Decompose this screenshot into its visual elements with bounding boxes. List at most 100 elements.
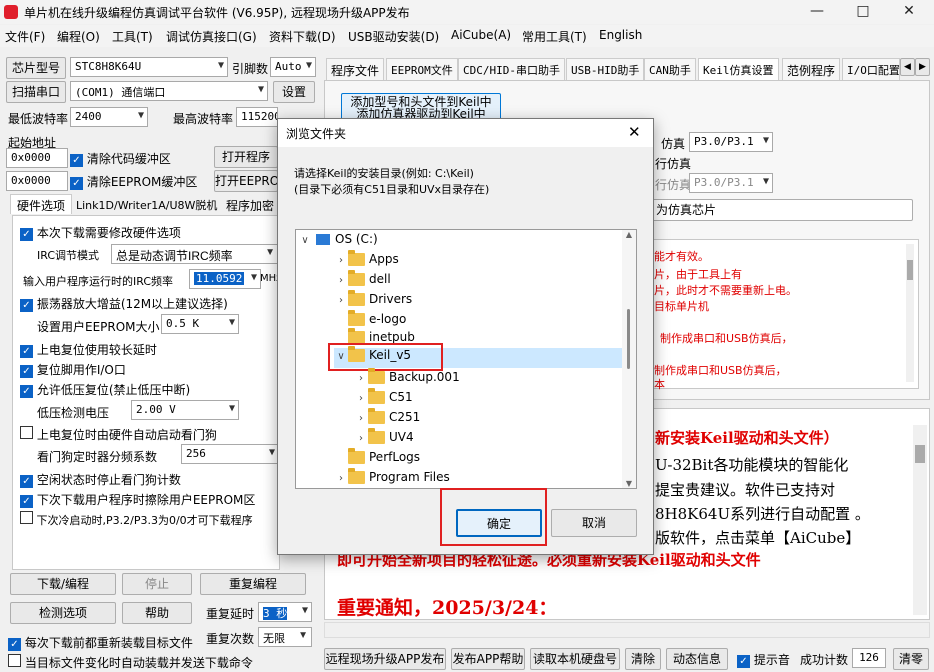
tree-item-perflogs[interactable]: PerfLogs — [334, 448, 420, 470]
tab-can[interactable]: CAN助手 — [644, 58, 696, 80]
folder-tree[interactable]: ∨ OS (C:) › Apps › dell › Drivers e-logo ine… — [295, 229, 637, 489]
ok-button[interactable]: 确定 — [456, 509, 542, 537]
tree-scrollbar[interactable]: ▲ ▼ — [622, 230, 636, 488]
download-button[interactable]: 下载/编程 — [10, 573, 116, 595]
dynamic-info-button[interactable]: 动态信息 — [666, 648, 728, 670]
irc-mode-select[interactable]: 总是动态调节IRC频率 ▼ — [111, 244, 279, 264]
notes-scrollbar[interactable] — [906, 244, 914, 382]
max-baud-select[interactable]: 115200 — [236, 107, 278, 127]
help-button[interactable]: 帮助 — [122, 602, 192, 624]
modify-options-label: 本次下载需要修改硬件选项 — [36, 226, 181, 240]
menu-file[interactable]: 文件(F) — [5, 28, 45, 45]
repeat-delay-select[interactable]: 3 秒 ▼ — [258, 602, 312, 622]
reload-each-checkbox[interactable]: ✓ 每次下载前都重新装载目标文件 — [8, 634, 193, 651]
beep-checkbox[interactable]: ✓ 提示音 — [737, 651, 790, 668]
scan-port-button[interactable]: 扫描串口 — [6, 81, 66, 103]
eeprom-size-select[interactable]: 0.5 K ▼ — [161, 314, 239, 334]
idle-wdt-checkbox[interactable]: ✓ 空闲状态时停止看门狗计数 — [20, 471, 181, 488]
tab-encryption[interactable]: 程序加密 — [222, 196, 278, 214]
add-keil-button[interactable]: 添加型号和头文件到Keil中 添加仿真器驱动到Keil中 — [341, 93, 501, 121]
menu-aicube[interactable]: AiCube(A) — [451, 28, 511, 42]
minimize-icon[interactable]: — — [794, 0, 840, 24]
settings-button[interactable]: 设置 — [273, 81, 315, 103]
publish-help-button[interactable]: 发布APP帮助 — [451, 648, 525, 670]
tree-item-e-logo[interactable]: e-logo — [334, 310, 406, 332]
tab-eeprom-file[interactable]: EEPROM文件 — [386, 58, 458, 80]
chevron-down-icon: ▼ — [250, 272, 257, 283]
tab-scroll-left-icon[interactable]: ◀ — [900, 58, 915, 76]
min-baud-select[interactable]: 2400 ▼ — [70, 107, 148, 127]
cold-start-checkbox[interactable]: 下次冷启动时,P3.2/P3.3为0/0才可下载程序 — [20, 511, 253, 528]
idle-wdt-label: 空闲状态时停止看门狗计数 — [36, 473, 181, 487]
stop-button[interactable]: 停止 — [122, 573, 192, 595]
menu-common-tools[interactable]: 常用工具(T) — [522, 28, 587, 45]
open-program-button[interactable]: 打开程序 — [214, 146, 278, 168]
read-disk-button[interactable]: 读取本机硬盘号 — [530, 648, 620, 670]
tree-item-backup[interactable]: › Backup.001 — [354, 368, 460, 390]
sim-port-select[interactable]: P3.0/P3.1 ▼ — [689, 132, 773, 152]
wdt-div-select[interactable]: 256 ▼ — [181, 444, 279, 464]
irc-freq-input[interactable]: 11.0592 ▼ — [189, 269, 261, 289]
lvd-reset-checkbox[interactable]: ✓ 允许低压复位(禁止低压中断) — [20, 381, 190, 398]
clear-button[interactable]: 清除 — [625, 648, 661, 670]
menu-usb-driver[interactable]: USB驱动安装(D) — [348, 28, 439, 45]
reset-count-button[interactable]: 清零 — [893, 648, 929, 670]
remote-upgrade-button[interactable]: 远程现场升级APP发布 — [324, 648, 446, 670]
menu-debug-interface[interactable]: 调试仿真接口(G) — [166, 28, 257, 45]
tree-item-c251[interactable]: › C251 — [354, 408, 420, 430]
tab-offline[interactable]: Link1D/Writer1A/U8W脱机 — [72, 196, 221, 214]
lvd-voltage-select[interactable]: 2.00 V ▼ — [131, 400, 239, 420]
wdt-auto-checkbox[interactable]: 上电复位时由硬件自动启动看门狗 — [20, 426, 217, 443]
code-address-input[interactable]: 0x0000 — [6, 148, 68, 168]
chip-model-select[interactable]: STC8H8K64U ▼ — [70, 57, 228, 77]
tree-item-c51[interactable]: › C51 — [354, 388, 413, 410]
clear-code-checkbox[interactable]: ✓ 清除代码缓冲区 — [70, 150, 171, 167]
tree-label: Program Files — [369, 470, 450, 484]
menu-tools[interactable]: 工具(T) — [112, 28, 153, 45]
cancel-button[interactable]: 取消 — [551, 509, 637, 537]
modify-options-checkbox[interactable]: ✓ 本次下载需要修改硬件选项 — [20, 224, 181, 241]
dialog-close-icon[interactable]: ✕ — [628, 123, 641, 141]
info-scrollbar[interactable] — [913, 425, 927, 615]
tree-item-program-files[interactable]: › Program Files — [334, 468, 450, 488]
osc-gain-checkbox[interactable]: ✓ 振荡器放大增益(12M以上建议选择) — [20, 295, 228, 312]
close-icon[interactable]: ✕ — [886, 0, 932, 24]
reload-change-checkbox[interactable]: 当目标文件变化时自动装载并发送下载命令 — [8, 654, 253, 671]
tree-item-uv4[interactable]: › UV4 — [354, 428, 414, 450]
check-options-button[interactable]: 检测选项 — [10, 602, 116, 624]
open-eeprom-button[interactable]: 打开EEPRO — [214, 170, 278, 192]
info-hscroll[interactable] — [324, 622, 930, 638]
tab-usb-hid[interactable]: USB-HID助手 — [566, 58, 645, 80]
tab-io-config[interactable]: I/O口配置 — [842, 58, 900, 80]
tab-keil-sim[interactable]: Keil仿真设置 — [698, 58, 779, 80]
maximize-icon[interactable]: □ — [840, 0, 886, 24]
long-reset-checkbox[interactable]: ✓ 上电复位使用较长延时 — [20, 341, 157, 358]
erase-eeprom-checkbox[interactable]: ✓ 下次下载用户程序时擦除用户EEPROM区 — [20, 491, 255, 508]
tree-item-os-c[interactable]: ∨ OS (C:) — [298, 232, 377, 252]
tab-hardware-options[interactable]: 硬件选项 — [10, 194, 73, 214]
chevron-down-icon: ▼ — [228, 317, 235, 328]
chevron-down-icon: ∨ — [301, 235, 309, 246]
eeprom-address-input[interactable]: 0x0000 — [6, 171, 68, 191]
reprogram-button[interactable]: 重复编程 — [200, 573, 306, 595]
menu-program[interactable]: 编程(O) — [57, 28, 100, 45]
scroll-thumb[interactable] — [627, 309, 630, 369]
clear-eeprom-checkbox[interactable]: ✓ 清除EEPROM缓冲区 — [70, 173, 197, 190]
tree-item-drivers[interactable]: › Drivers — [334, 290, 412, 312]
tree-item-dell[interactable]: › dell — [334, 270, 391, 292]
port-select[interactable]: (COM1) 通信端口 ▼ — [70, 81, 268, 101]
reset-io-checkbox[interactable]: ✓ 复位脚用作I/O口 — [20, 361, 126, 378]
menu-downloads[interactable]: 资料下载(D) — [269, 28, 336, 45]
tab-program-file[interactable]: 程序文件 — [326, 58, 385, 80]
tree-item-apps[interactable]: › Apps — [334, 250, 399, 272]
pin-count-select[interactable]: Auto ▼ — [270, 57, 316, 77]
sim-port-select-2[interactable]: P3.0/P3.1 ▼ — [689, 173, 773, 193]
eeprom-size-value: 0.5 K — [166, 317, 200, 330]
tab-cdc-serial[interactable]: CDC/HID-串口助手 — [458, 58, 565, 80]
menu-english[interactable]: English — [599, 28, 642, 42]
beep-label: 提示音 — [753, 653, 790, 667]
set-sim-chip-button[interactable]: 为仿真芯片 — [651, 199, 913, 221]
repeat-count-select[interactable]: 无限 ▼ — [258, 627, 312, 647]
tab-scroll-right-icon[interactable]: ▶ — [915, 58, 930, 76]
tab-examples[interactable]: 范例程序 — [782, 58, 841, 80]
